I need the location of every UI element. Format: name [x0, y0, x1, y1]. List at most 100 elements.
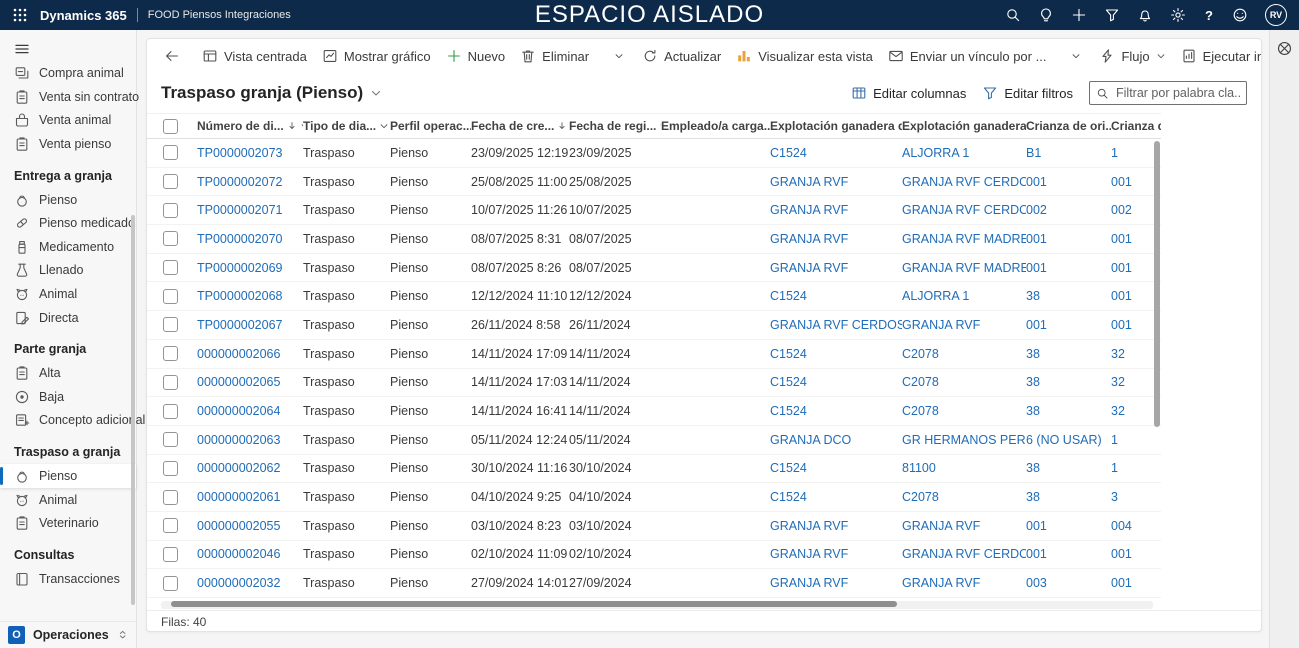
table-row[interactable]: 000000002066TraspasoPienso14/11/2024 17:… [147, 340, 1161, 369]
table-row[interactable]: TP0000002069TraspasoPienso08/07/2025 8:2… [147, 254, 1161, 283]
cell-link[interactable]: C1524 [770, 490, 902, 504]
table-row[interactable]: TP0000002071TraspasoPienso10/07/2025 11:… [147, 196, 1161, 225]
table-row[interactable]: 000000002061TraspasoPienso04/10/2024 9:2… [147, 483, 1161, 512]
cell-link[interactable]: GRANJA RVF [770, 203, 902, 217]
cell-link[interactable]: C1524 [770, 461, 902, 475]
sidebar-item-alta[interactable]: Alta [0, 361, 136, 385]
row-checkbox[interactable] [163, 289, 178, 304]
row-checkbox[interactable] [163, 432, 178, 447]
cell-link[interactable]: 6 (NO USAR) [1026, 433, 1111, 447]
toolbar-visualizar-esta-vista[interactable]: Visualizar esta vista [729, 43, 880, 69]
cell-link[interactable]: GRANJA RVF CERDOS [902, 175, 1026, 189]
toolbar-vista-centrada[interactable]: Vista centrada [195, 43, 314, 69]
cell-link[interactable]: 38 [1026, 347, 1111, 361]
select-all-checkbox[interactable] [163, 119, 178, 134]
column-header-empleado-a-carga[interactable]: Empleado/a carga... [661, 119, 770, 133]
cell-link[interactable]: 38 [1026, 490, 1111, 504]
cell-link[interactable]: GR HERMANOS PEREZ [902, 433, 1026, 447]
cell-link[interactable]: 81100 [902, 461, 1026, 475]
vertical-scrollbar[interactable] [1153, 141, 1161, 598]
column-header-crianza-de-ori[interactable]: Crianza de ori... [1026, 119, 1111, 133]
cell-link[interactable]: ALJORRA 1 [902, 146, 1026, 160]
cell-link[interactable]: 000000002061 [197, 490, 303, 504]
column-header-crianza-de-des[interactable]: Crianza de des [1111, 119, 1161, 133]
row-checkbox[interactable] [163, 490, 178, 505]
horizontal-scrollbar-thumb[interactable] [171, 601, 897, 607]
cell-link[interactable]: C1524 [770, 289, 902, 303]
cell-link[interactable]: GRANJA RVF [770, 175, 902, 189]
row-checkbox[interactable] [163, 518, 178, 533]
table-row[interactable]: 000000002062TraspasoPienso30/10/2024 11:… [147, 455, 1161, 484]
cell-link[interactable]: GRANJA RVF CERDOS [770, 318, 902, 332]
sidebar-item-venta-animal[interactable]: Venta animal [0, 109, 136, 133]
table-row[interactable]: 000000002032TraspasoPienso27/09/2024 14:… [147, 569, 1161, 598]
toolbar-back[interactable] [157, 43, 187, 69]
column-header-explotacion-ganadera-de-o[interactable]: Explotación ganadera de o... [770, 119, 902, 133]
gear-icon[interactable] [1170, 7, 1186, 23]
sidebar-item-llenado[interactable]: Llenado [0, 259, 136, 283]
cell-link[interactable]: TP0000002070 [197, 232, 303, 246]
cell-link[interactable]: GRANJA RVF [902, 576, 1026, 590]
hamburger-icon[interactable] [0, 30, 30, 58]
sidebar-item-pienso-medicado[interactable]: Pienso medicado [0, 211, 136, 235]
edit-columns-button[interactable]: Editar columnas [851, 85, 966, 101]
cell-link[interactable]: GRANJA RVF MADRES [902, 261, 1026, 275]
sidebar-item-animal[interactable]: Animal [0, 488, 136, 512]
sidebar-item-veterinario[interactable]: Veterinario [0, 511, 136, 535]
cell-link[interactable]: C2078 [902, 375, 1026, 389]
row-checkbox[interactable] [163, 174, 178, 189]
sidebar-item-venta-sin-contrato[interactable]: Venta sin contrato [0, 85, 136, 109]
sidebar-item-transacciones[interactable]: Transacciones [0, 567, 136, 591]
waffle-icon[interactable] [12, 7, 28, 23]
cell-link[interactable]: 002 [1026, 203, 1111, 217]
cell-link[interactable]: C1524 [770, 375, 902, 389]
toolbar-flujo[interactable]: Flujo [1092, 43, 1172, 69]
sidebar-item-baja[interactable]: Baja [0, 385, 136, 409]
toolbar-ejecutar-informe[interactable]: Ejecutar informe [1174, 43, 1262, 69]
column-header-fecha-de-regi[interactable]: Fecha de regi... [569, 119, 661, 133]
app-name[interactable]: FOOD Piensos Integraciones [148, 9, 291, 21]
table-row[interactable]: 000000002046TraspasoPienso02/10/2024 11:… [147, 541, 1161, 570]
column-header-numero-de-di[interactable]: Número de di... [197, 119, 303, 133]
row-checkbox[interactable] [163, 231, 178, 246]
sidebar-item-medicamento[interactable]: Medicamento [0, 235, 136, 259]
sidebar-item-venta-pienso[interactable]: Venta pienso [0, 132, 136, 156]
assistant-icon[interactable] [1276, 40, 1293, 57]
cell-link[interactable]: 001 [1026, 261, 1111, 275]
cell-link[interactable]: TP0000002067 [197, 318, 303, 332]
view-selector[interactable]: Traspaso granja (Pienso) [161, 83, 382, 103]
cell-link[interactable]: 001 [1026, 547, 1111, 561]
row-checkbox[interactable] [163, 346, 178, 361]
cell-link[interactable]: C1524 [770, 404, 902, 418]
product-name[interactable]: Dynamics 365 [40, 8, 127, 23]
cell-link[interactable]: ALJORRA 1 [902, 289, 1026, 303]
cell-link[interactable]: TP0000002072 [197, 175, 303, 189]
cell-link[interactable]: GRANJA RVF CERDOS [902, 547, 1026, 561]
cell-link[interactable]: GRANJA RVF CERDOS [902, 203, 1026, 217]
cell-link[interactable]: C1524 [770, 347, 902, 361]
toolbar-eliminar[interactable]: Eliminar [513, 43, 596, 69]
cell-link[interactable]: TP0000002071 [197, 203, 303, 217]
cell-link[interactable]: GRANJA RVF [770, 261, 902, 275]
vertical-scrollbar-thumb[interactable] [1154, 141, 1160, 427]
cell-link[interactable]: TP0000002069 [197, 261, 303, 275]
toolbar-delete-more-options[interactable] [604, 43, 634, 69]
table-row[interactable]: 000000002063TraspasoPienso05/11/2024 12:… [147, 426, 1161, 455]
cell-link[interactable]: 001 [1026, 175, 1111, 189]
avatar[interactable]: RV [1265, 4, 1287, 26]
table-row[interactable]: TP0000002068TraspasoPienso12/12/2024 11:… [147, 282, 1161, 311]
cell-link[interactable]: GRANJA RVF [902, 519, 1026, 533]
table-row[interactable]: TP0000002073TraspasoPienso23/09/2025 12:… [147, 139, 1161, 168]
cell-link[interactable]: GRANJA RVF [902, 318, 1026, 332]
row-checkbox[interactable] [163, 547, 178, 562]
cell-link[interactable]: GRANJA RVF [770, 547, 902, 561]
cell-link[interactable]: 000000002064 [197, 404, 303, 418]
cell-link[interactable]: 001 [1026, 232, 1111, 246]
row-checkbox[interactable] [163, 576, 178, 591]
feedback-icon[interactable] [1232, 7, 1248, 23]
help-icon[interactable]: ? [1203, 8, 1215, 23]
cell-link[interactable]: TP0000002073 [197, 146, 303, 160]
row-checkbox[interactable] [163, 203, 178, 218]
edit-filters-button[interactable]: Editar filtros [982, 85, 1073, 101]
sidebar-scrollbar[interactable] [131, 215, 135, 605]
